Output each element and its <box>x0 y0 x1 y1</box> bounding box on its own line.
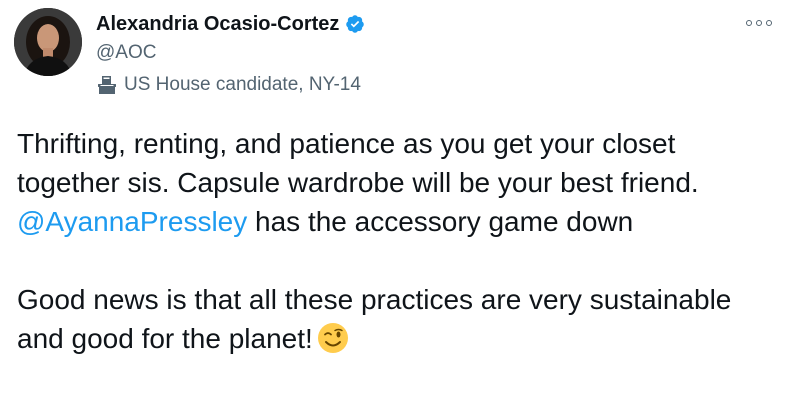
tweet-card: Alexandria Ocasio-Cortez @AOC US House c… <box>0 0 790 414</box>
more-dot <box>766 20 772 26</box>
account-label-text: US House candidate, NY-14 <box>124 74 361 95</box>
winking-face-emoji-icon <box>317 322 349 354</box>
more-dot <box>756 20 762 26</box>
more-dot <box>746 20 752 26</box>
tweet-text-part: Thrifting, renting, and patience as you … <box>17 128 699 198</box>
tweet-paragraph-1: Thrifting, renting, and patience as you … <box>17 124 777 241</box>
display-name[interactable]: Alexandria Ocasio-Cortez <box>96 13 339 36</box>
tweet-text-part: has the accessory game down <box>247 206 634 237</box>
author-block: Alexandria Ocasio-Cortez @AOC US House c… <box>96 12 365 96</box>
handle[interactable]: @AOC <box>96 42 365 64</box>
verified-badge-icon <box>345 14 365 34</box>
avatar-image <box>14 8 82 76</box>
mention-link[interactable]: @AyannaPressley <box>17 206 247 237</box>
tweet-text-part: Good news is that all these practices ar… <box>17 284 732 354</box>
avatar[interactable] <box>14 8 82 76</box>
name-row: Alexandria Ocasio-Cortez <box>96 12 365 36</box>
tweet-text: Thrifting, renting, and patience as you … <box>17 124 777 358</box>
tweet-paragraph-2: Good news is that all these practices ar… <box>17 280 777 358</box>
ballot-box-icon <box>96 75 118 95</box>
more-options-icon[interactable] <box>746 14 772 32</box>
account-label: US House candidate, NY-14 <box>96 74 365 96</box>
